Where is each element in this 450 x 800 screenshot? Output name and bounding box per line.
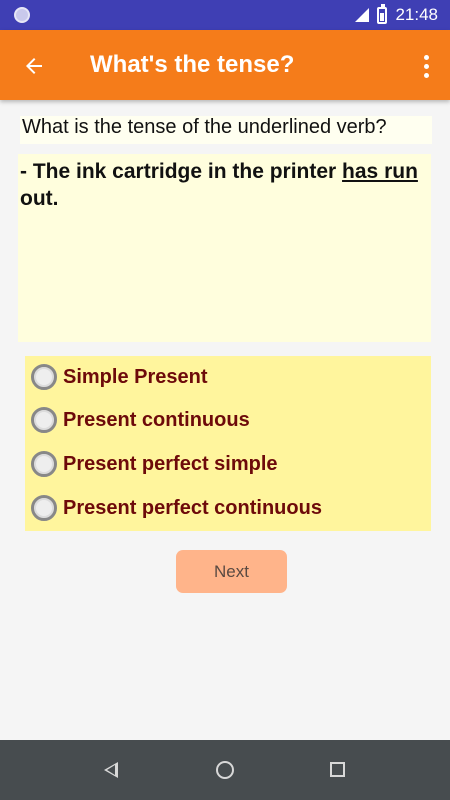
answer-options: Simple Present Present continuous Presen… [25, 356, 431, 531]
notification-icon [14, 7, 30, 23]
navigation-bar [0, 740, 450, 800]
status-icons: 21:48 [355, 0, 438, 30]
option-label: Present perfect continuous [63, 496, 322, 519]
option-simple-present[interactable]: Simple Present [31, 362, 208, 392]
back-button[interactable] [18, 50, 50, 82]
radio-button[interactable] [31, 495, 57, 521]
question-prompt: What is the tense of the underlined verb… [20, 116, 432, 144]
more-vertical-icon [423, 54, 429, 60]
underlined-verb: has run [342, 160, 418, 183]
radio-button[interactable] [31, 364, 57, 390]
page-title: What's the tense? [90, 51, 295, 78]
option-present-perfect-continuous[interactable]: Present perfect continuous [31, 493, 322, 523]
arrow-left-icon [26, 58, 42, 74]
option-present-perfect-simple[interactable]: Present perfect simple [31, 449, 278, 479]
next-button[interactable]: Next [176, 550, 287, 593]
status-time: 21:48 [395, 5, 438, 24]
back-icon[interactable] [104, 762, 118, 778]
option-label: Present continuous [63, 408, 250, 431]
radio-button[interactable] [31, 451, 57, 477]
app-bar: What's the tense? [0, 30, 450, 100]
status-bar: 21:48 [0, 0, 450, 30]
home-icon[interactable] [216, 761, 234, 779]
sentence-end: out. [20, 187, 59, 210]
sentence-panel: - The ink cartridge in the printer has r… [18, 154, 431, 342]
signal-icon [355, 8, 370, 22]
option-label: Simple Present [63, 365, 208, 388]
option-present-continuous[interactable]: Present continuous [31, 405, 250, 435]
radio-button[interactable] [31, 407, 57, 433]
more-options-button[interactable] [416, 50, 436, 82]
recents-icon[interactable] [330, 762, 345, 777]
battery-icon [377, 3, 388, 24]
option-label: Present perfect simple [63, 452, 278, 475]
sentence-text: - The ink cartridge in the printer [20, 160, 343, 183]
